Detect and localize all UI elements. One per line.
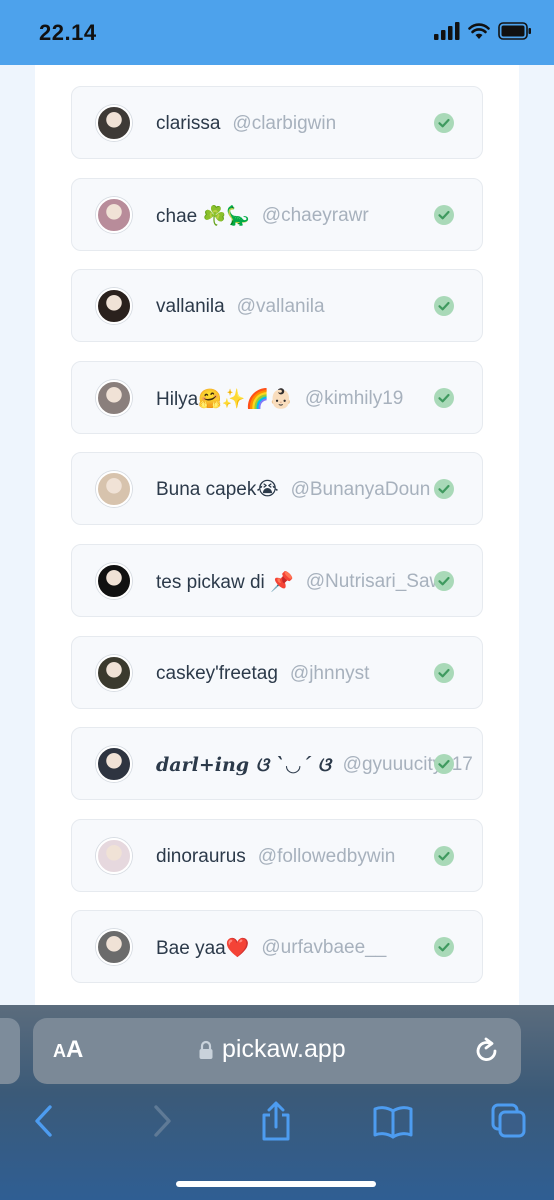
status-icons: [434, 22, 532, 40]
check-circle-icon: [434, 846, 454, 866]
status-time: 22.14: [39, 20, 97, 45]
display-name: Buna capek😭: [156, 479, 279, 500]
user-handle: @clarbigwin: [232, 112, 337, 134]
user-handle: @kimhily19: [304, 387, 404, 409]
check-circle-icon: [434, 205, 454, 225]
user-handle: @followedbywin: [257, 845, 396, 867]
browser-toolbar: AA pickaw.app: [0, 1005, 554, 1200]
check-circle-icon: [434, 296, 454, 316]
reload-icon[interactable]: [473, 1036, 501, 1066]
check-circle-icon: [434, 388, 454, 408]
user-row[interactable]: darl+ing ଓ ˋ◡ˊ ଓ @gyuuucityx17: [71, 727, 483, 800]
user-handle: @Nutrisari_Sawo: [305, 570, 454, 592]
check-circle-icon: [434, 113, 454, 133]
user-row[interactable]: tes pickaw di 📌 @Nutrisari_Sawo: [71, 544, 483, 617]
user-row[interactable]: caskey'freetag @jhnnyst: [71, 636, 483, 709]
display-name: Hilya🤗✨🌈👶🏻: [156, 388, 293, 410]
aa-small-label: A: [53, 1041, 66, 1061]
avatar: [96, 563, 132, 599]
lock-icon: [199, 1040, 213, 1059]
check-circle-icon: [434, 479, 454, 499]
display-name: tes pickaw di 📌: [156, 571, 294, 593]
cellular-signal-icon: [434, 22, 460, 40]
share-icon[interactable]: [259, 1101, 293, 1141]
user-row[interactable]: chae ☘️🦕 @chaeyrawr: [71, 178, 483, 251]
avatar: [96, 838, 132, 874]
display-name: darl+ing ଓ ˋ◡ˊ ଓ: [156, 753, 331, 776]
url-text: pickaw.app: [222, 1035, 346, 1063]
avatar: [96, 105, 132, 141]
user-row[interactable]: Buna capek😭 @BunanyaDoun: [71, 452, 483, 525]
wifi-icon: [468, 23, 490, 39]
avatar: [96, 746, 132, 782]
previous-tab-preview[interactable]: [0, 1018, 20, 1084]
user-row[interactable]: vallanila @vallanila: [71, 269, 483, 342]
url-display[interactable]: pickaw.app: [198, 1035, 346, 1064]
check-circle-icon: [434, 571, 454, 591]
display-name: chae ☘️🦕: [156, 205, 250, 227]
battery-icon: [498, 22, 531, 40]
check-circle-icon: [434, 663, 454, 683]
status-bar: 22.14: [0, 0, 554, 65]
display-name: clarissa: [156, 112, 221, 134]
avatar: [96, 197, 132, 233]
avatar: [96, 655, 132, 691]
reader-settings-button[interactable]: AA: [53, 1036, 83, 1064]
user-handle: @chaeyrawr: [261, 204, 369, 226]
user-row[interactable]: dinoraurus @followedbywin: [71, 819, 483, 892]
avatar: [96, 929, 132, 965]
user-handle: @BunanyaDoun: [290, 478, 431, 500]
user-handle: @jhnnyst: [289, 662, 370, 684]
display-name: caskey'freetag: [156, 662, 278, 684]
back-icon[interactable]: [32, 1103, 56, 1139]
aa-big-label: A: [66, 1036, 84, 1063]
check-circle-icon: [434, 754, 454, 774]
display-name: Bae yaa❤️: [156, 937, 250, 959]
check-circle-icon: [434, 937, 454, 957]
avatar: [96, 471, 132, 507]
display-name: dinoraurus: [156, 845, 246, 867]
home-indicator[interactable]: [176, 1181, 376, 1187]
user-row[interactable]: clarissa @clarbigwin: [71, 86, 483, 159]
user-row[interactable]: Bae yaa❤️ @urfavbaee__: [71, 910, 483, 983]
avatar: [96, 380, 132, 416]
user-handle: @urfavbaee__: [261, 936, 387, 958]
user-handle: @vallanila: [236, 295, 325, 317]
avatar: [96, 288, 132, 324]
display-name: vallanila: [156, 295, 225, 317]
user-row[interactable]: Hilya🤗✨🌈👶🏻 @kimhily19: [71, 361, 483, 434]
forward-icon[interactable]: [150, 1103, 174, 1139]
address-bar[interactable]: AA pickaw.app: [33, 1018, 521, 1084]
tabs-icon[interactable]: [491, 1103, 527, 1139]
bookmarks-icon[interactable]: [373, 1105, 413, 1139]
